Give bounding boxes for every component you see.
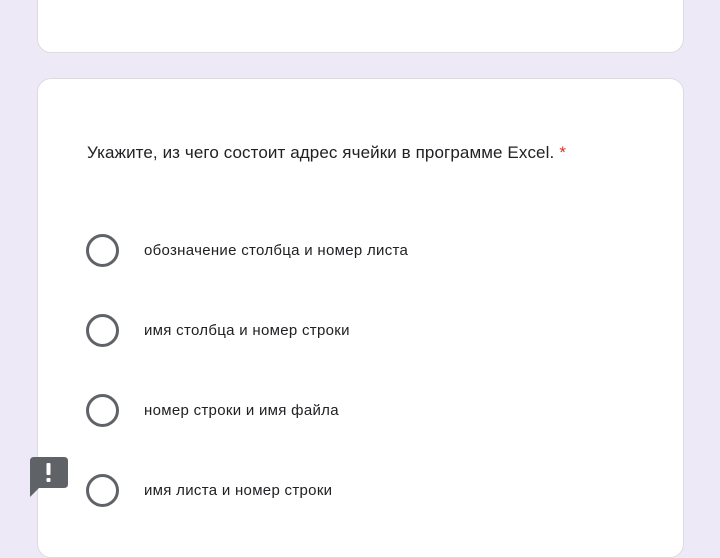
option-label: имя листа и номер строки xyxy=(144,481,333,499)
question-card: Укажите, из чего состоит адрес ячейки в … xyxy=(37,78,684,558)
option-3[interactable]: номер строки и имя файла xyxy=(86,389,339,431)
option-4[interactable]: имя листа и номер строки xyxy=(86,469,332,511)
report-problem-icon[interactable] xyxy=(28,457,68,497)
question-text: Укажите, из чего состоит адрес ячейки в … xyxy=(87,143,555,162)
radio-button[interactable] xyxy=(86,313,119,347)
option-label: обозначение столбца и номер листа xyxy=(144,241,409,259)
option-label: номер строки и имя файла xyxy=(144,401,339,419)
option-2[interactable]: имя столбца и номер строки xyxy=(86,309,350,351)
radio-button[interactable] xyxy=(86,473,119,507)
radio-button[interactable] xyxy=(86,393,119,427)
question-title: Укажите, из чего состоит адрес ячейки в … xyxy=(87,143,566,163)
option-1[interactable]: обозначение столбца и номер листа xyxy=(86,229,408,271)
option-label: имя столбца и номер строки xyxy=(144,321,350,339)
radio-button[interactable] xyxy=(86,233,119,267)
required-asterisk: * xyxy=(559,143,567,162)
previous-question-card xyxy=(37,0,684,53)
